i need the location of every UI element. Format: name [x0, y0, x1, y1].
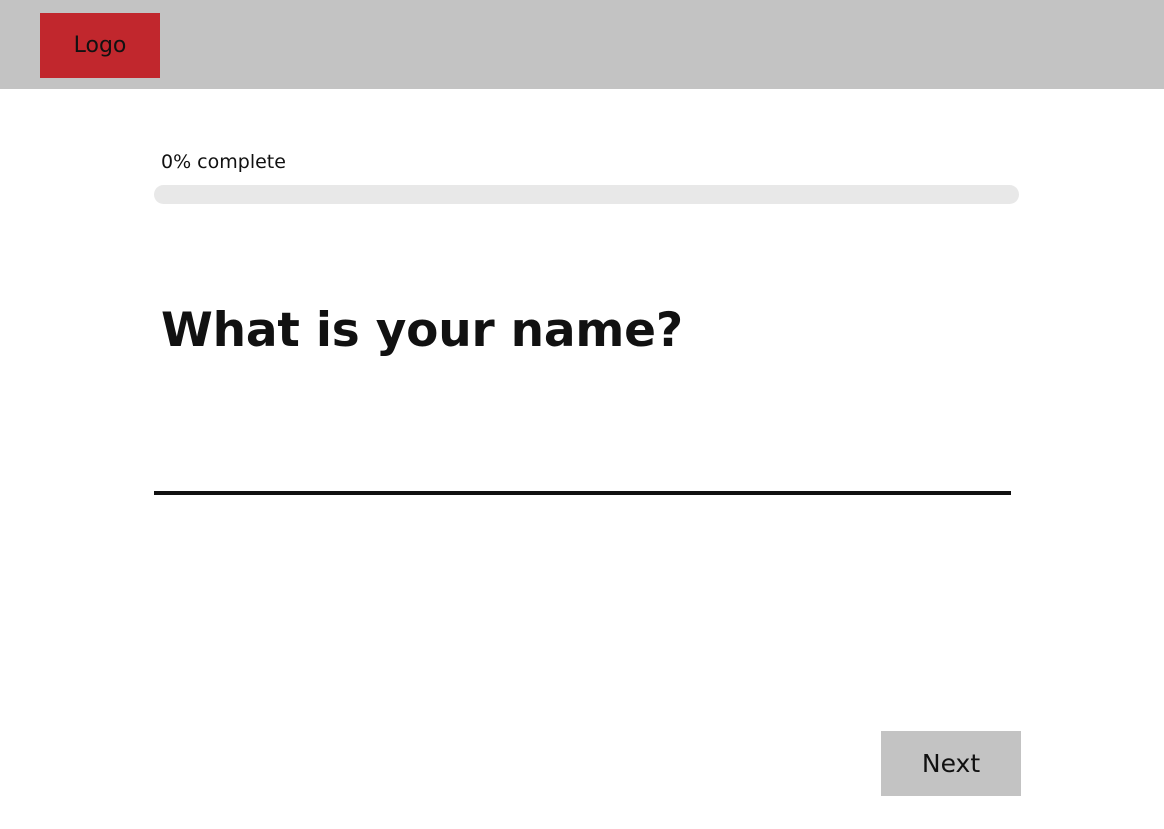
survey-page: Logo 0% complete What is your name? Next	[0, 0, 1164, 829]
progress-bar	[154, 185, 1019, 204]
question-title: What is your name?	[161, 303, 683, 358]
next-button[interactable]: Next	[881, 731, 1021, 796]
progress-label: 0% complete	[161, 151, 286, 173]
name-input[interactable]	[154, 440, 1011, 495]
logo[interactable]: Logo	[40, 13, 160, 78]
top-header-bar: Logo	[0, 0, 1164, 89]
